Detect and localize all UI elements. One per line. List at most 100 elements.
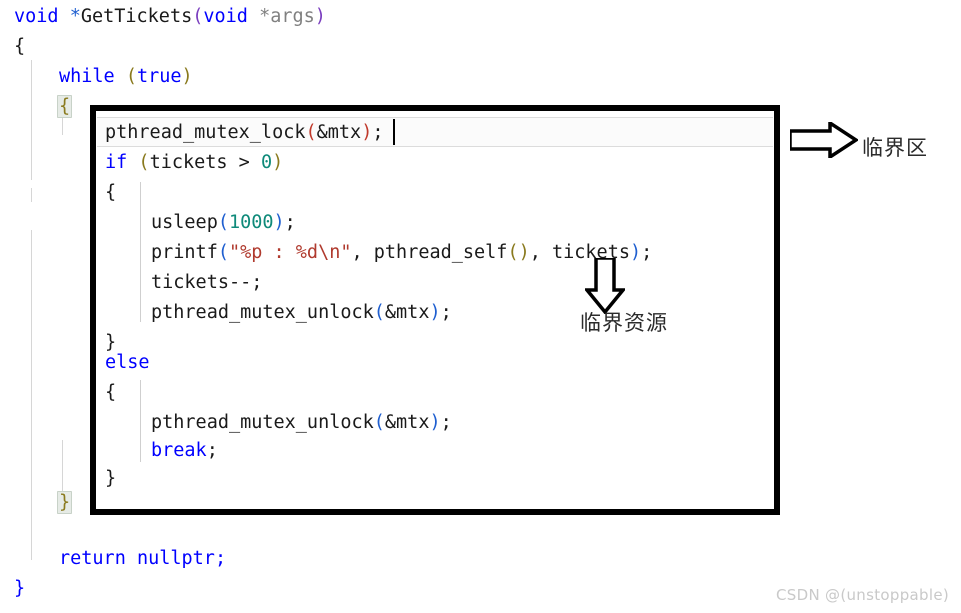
token-lparen: ( (305, 122, 317, 143)
token-close-brace-function: } (14, 578, 26, 599)
token-rparen: ) (518, 242, 530, 263)
code-line: pthread_mutex_lock(&mtx); (105, 118, 383, 148)
token-call-mutex-lock: pthread_mutex_lock (105, 122, 306, 143)
indent-guide-inner (140, 182, 141, 322)
token-lparen: ( (217, 212, 229, 233)
token-semicolon: ; (206, 440, 218, 461)
code-line: usleep(1000); (151, 208, 296, 238)
code-line: pthread_mutex_unlock(&mtx); (151, 408, 452, 438)
code-line: { (105, 178, 116, 208)
token-keyword-while: while (59, 66, 115, 87)
code-line: } (57, 488, 73, 518)
token-call-printf: printf (151, 242, 218, 263)
token-keyword-nullptr: nullptr (136, 548, 215, 569)
token-comma: , (351, 242, 363, 263)
indent-guide-outer (31, 60, 32, 180)
token-rparen: ) (429, 412, 441, 433)
token-close-brace-matched: } (57, 491, 73, 514)
token-rparen: ) (273, 212, 285, 233)
code-editor[interactable]: void *GetTickets(void *args) { while (tr… (0, 0, 961, 613)
token-rparen: ) (272, 152, 284, 173)
token-close-brace: } (105, 468, 117, 489)
code-line: return nullptr; (59, 544, 226, 574)
code-line: else (105, 348, 150, 378)
token-open-brace: { (105, 382, 117, 403)
token-rparen: ) (429, 302, 441, 323)
token-keyword-true: true (136, 66, 182, 87)
token-arg-mtx: &mtx (316, 122, 362, 143)
code-line: pthread_mutex_unlock(&mtx); (151, 298, 452, 328)
code-line: } (105, 464, 116, 494)
token-keyword-void-param: void (203, 6, 248, 27)
token-lparen: ( (217, 242, 229, 263)
token-function-name: GetTickets (80, 6, 193, 27)
token-open-brace: { (14, 36, 26, 57)
annotation-critical-resource-label: 临界资源 (580, 311, 668, 335)
token-rparen: ) (361, 122, 373, 143)
token-number-zero: 0 (260, 152, 273, 173)
token-var-tickets: tickets (151, 272, 229, 293)
token-param-args: args (270, 6, 315, 27)
token-keyword-void: void (14, 6, 59, 27)
token-string-format: "%p : %d\n" (228, 242, 352, 263)
csdn-watermark: CSDN @(unstoppable) (776, 586, 949, 604)
token-operator-gt: > (238, 152, 250, 173)
token-semicolon: ; (372, 122, 384, 143)
token-call-mutex-unlock: pthread_mutex_unlock (151, 302, 374, 323)
token-open-brace: { (105, 182, 117, 203)
token-keyword-break: break (151, 440, 207, 461)
token-comma: , (529, 242, 541, 263)
token-call-mutex-unlock: pthread_mutex_unlock (151, 412, 374, 433)
token-rparen: ) (314, 6, 326, 27)
token-lparen: ( (138, 152, 150, 173)
token-call-usleep: usleep (151, 212, 218, 233)
token-semicolon: ; (251, 272, 263, 293)
token-lparen: ( (373, 412, 385, 433)
token-keyword-return: return (59, 548, 126, 569)
arrow-down-icon (585, 258, 625, 314)
code-line: printf("%p : %d\n", pthread_self(), tick… (151, 238, 652, 268)
token-rparen: ) (629, 242, 642, 263)
token-semicolon: ; (214, 548, 227, 569)
code-line: { (14, 32, 25, 62)
token-lparen: ( (373, 302, 385, 323)
token-open-brace-matched: { (57, 95, 73, 118)
token-keyword-else: else (105, 352, 150, 373)
token-arg-mtx: &mtx (384, 412, 430, 433)
code-line: while (true) (59, 62, 193, 92)
code-line: { (57, 92, 73, 122)
token-keyword-if: if (105, 152, 128, 173)
code-line: if (tickets > 0) (105, 148, 283, 178)
token-var-tickets: tickets (149, 152, 228, 173)
indent-guide-inner (140, 380, 141, 462)
code-line: { (105, 378, 116, 408)
token-semicolon: ; (284, 212, 296, 233)
token-operator-decrement: -- (228, 272, 252, 293)
token-lparen: ( (125, 66, 137, 87)
text-caret (393, 119, 395, 145)
token-arg-mtx: &mtx (384, 302, 430, 323)
token-star: * (69, 6, 81, 27)
indent-guide-outer (31, 230, 32, 560)
token-number-1000: 1000 (228, 212, 274, 233)
code-line: } (14, 574, 25, 604)
token-semicolon: ; (440, 302, 452, 323)
token-lparen: ( (192, 6, 204, 27)
token-call-pthread-self: pthread_self (373, 242, 508, 263)
token-rparen: ) (181, 66, 193, 87)
code-line: break; (151, 436, 218, 466)
token-semicolon: ; (440, 412, 452, 433)
indent-guide-outer (31, 188, 32, 202)
code-line: void *GetTickets(void *args) (14, 2, 326, 32)
token-semicolon: ; (641, 242, 653, 263)
token-lparen: ( (507, 242, 519, 263)
annotation-critical-section-label: 临界区 (862, 136, 928, 160)
